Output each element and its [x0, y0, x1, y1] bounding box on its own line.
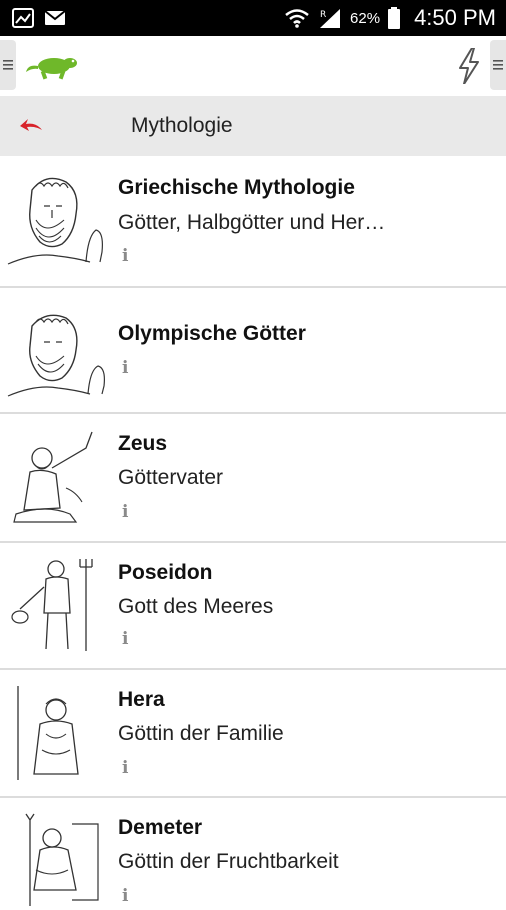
- svg-text:R: R: [320, 10, 326, 20]
- right-drawer-handle[interactable]: [490, 40, 506, 90]
- item-title: Hera: [118, 688, 165, 711]
- info-icon[interactable]: i: [122, 886, 128, 906]
- item-title: Griechische Mythologie: [118, 176, 355, 199]
- lightning-icon[interactable]: [458, 48, 480, 84]
- list-item[interactable]: Griechische Mythologie Götter, Halbgötte…: [0, 156, 506, 286]
- hera-figure-image: [17, 686, 79, 780]
- battery-percent: 62%: [350, 9, 381, 27]
- info-icon[interactable]: i: [122, 358, 128, 378]
- mythology-list: Griechische Mythologie Götter, Halbgötte…: [0, 156, 506, 906]
- info-icon[interactable]: i: [122, 502, 128, 522]
- item-subtitle: Göttin der Fruchtbarkeit: [118, 850, 339, 873]
- olympian-bust-image: [7, 314, 105, 397]
- list-item[interactable]: Zeus Göttervater i: [0, 412, 506, 541]
- status-bar: R 62% 4:50 PM: [0, 0, 506, 36]
- list-item[interactable]: Demeter Göttin der Fruchtbarkeit i: [0, 796, 506, 906]
- item-subtitle: Götter, Halbgötter und Her…: [118, 211, 386, 234]
- back-arrow-icon[interactable]: [18, 114, 46, 136]
- list-item[interactable]: Poseidon Gott des Meeres i: [0, 541, 506, 668]
- app-toolbar: [0, 36, 506, 96]
- wifi-icon: [285, 9, 309, 28]
- lizard-icon[interactable]: [26, 50, 78, 82]
- gallery-notification-icon: [12, 8, 34, 28]
- page-title: Mythologie: [131, 114, 233, 137]
- poseidon-figure-image: [11, 559, 93, 651]
- battery-icon: [388, 7, 401, 29]
- navigation-bar: Mythologie: [0, 96, 506, 156]
- info-icon[interactable]: i: [122, 246, 128, 266]
- item-subtitle: Göttervater: [118, 466, 224, 489]
- info-icon[interactable]: i: [122, 758, 128, 778]
- zeus-bust-image: [7, 177, 103, 265]
- item-title: Zeus: [118, 432, 168, 455]
- item-subtitle: Göttin der Familie: [118, 722, 284, 745]
- item-title: Olympische Götter: [118, 322, 306, 345]
- list-item[interactable]: Hera Göttin der Familie i: [0, 668, 506, 796]
- demeter-figure-image: [25, 813, 99, 906]
- item-title: Demeter: [118, 816, 203, 839]
- item-title: Poseidon: [118, 561, 213, 584]
- signal-icon: R: [320, 9, 341, 28]
- hamburger-icon: [493, 60, 503, 70]
- list-item[interactable]: Olympische Götter i: [0, 286, 506, 412]
- hamburger-icon: [3, 60, 13, 70]
- left-drawer-handle[interactable]: [0, 40, 16, 90]
- mail-notification-icon: [44, 10, 66, 25]
- item-subtitle: Gott des Meeres: [118, 595, 274, 618]
- zeus-figure-image: [13, 431, 93, 523]
- info-icon[interactable]: i: [122, 629, 128, 649]
- clock: 4:50 PM: [414, 5, 496, 30]
